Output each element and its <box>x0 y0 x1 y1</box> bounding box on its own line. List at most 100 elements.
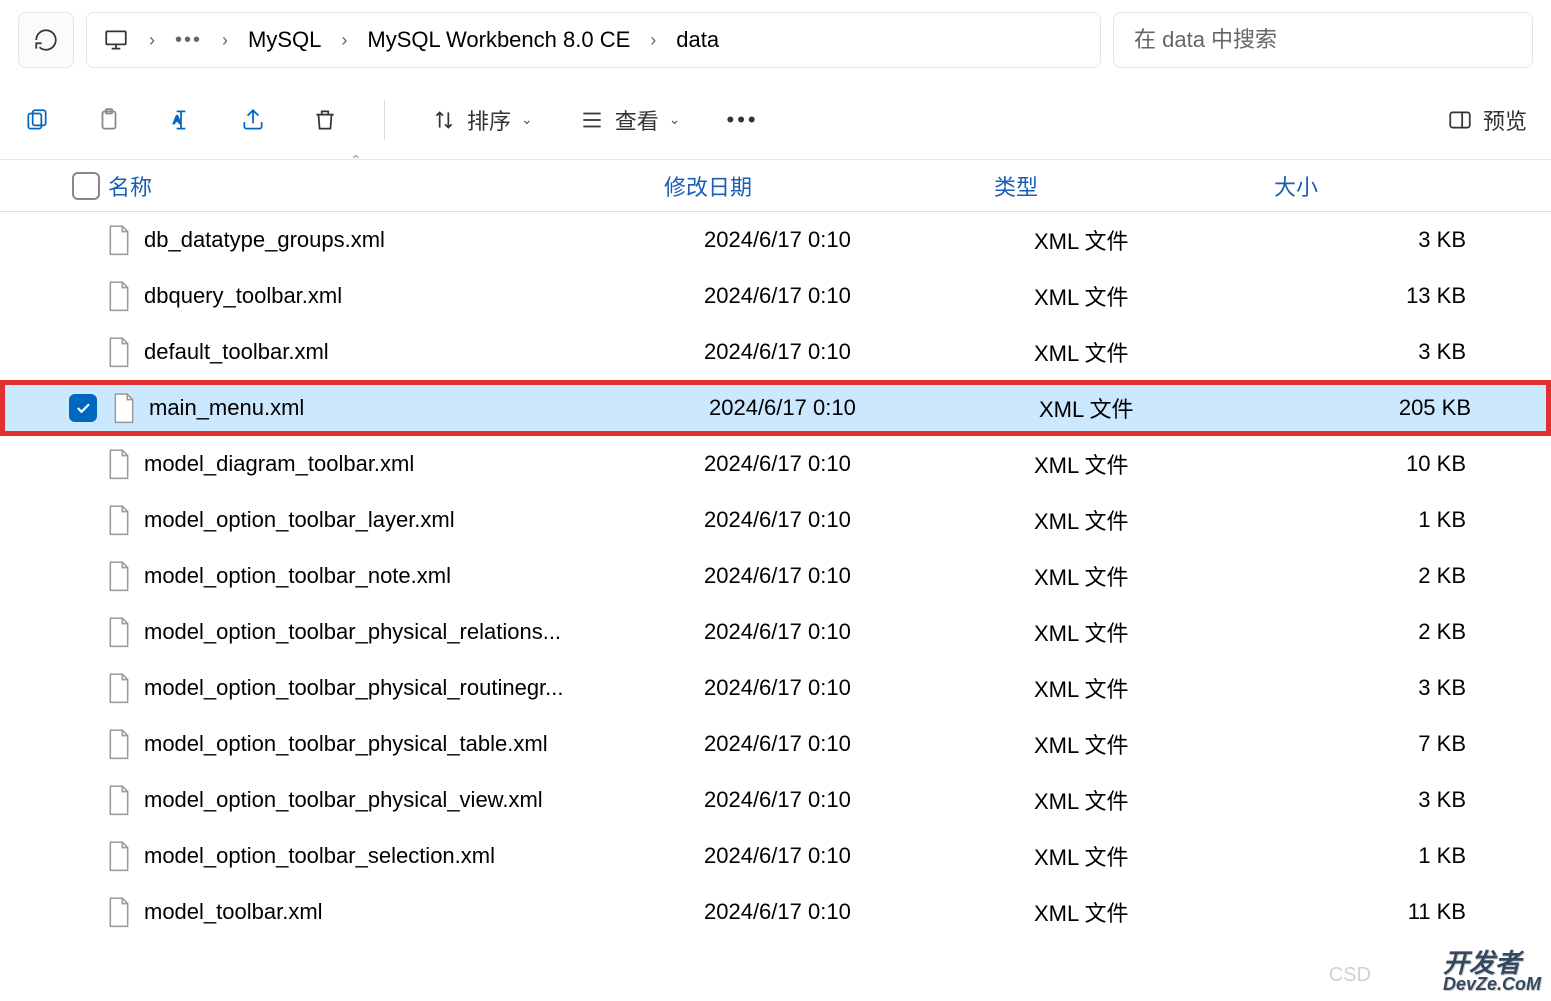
file-type: XML 文件 <box>1034 616 1314 648</box>
file-date: 2024/6/17 0:10 <box>704 283 1034 309</box>
file-row[interactable]: db_datatype_groups.xml 2024/6/17 0:10 XM… <box>0 212 1551 268</box>
file-date: 2024/6/17 0:10 <box>704 731 1034 757</box>
new-button[interactable] <box>24 107 50 133</box>
file-row[interactable]: model_option_toolbar_layer.xml 2024/6/17… <box>0 492 1551 548</box>
sort-button[interactable]: 排序 ⌄ <box>431 104 533 136</box>
search-box[interactable] <box>1113 12 1533 68</box>
file-icon <box>106 448 132 480</box>
sort-icon <box>431 107 457 133</box>
file-name: default_toolbar.xml <box>144 339 704 365</box>
file-date: 2024/6/17 0:10 <box>704 675 1034 701</box>
row-checkbox[interactable] <box>69 394 97 422</box>
file-date: 2024/6/17 0:10 <box>704 339 1034 365</box>
file-size: 3 KB <box>1314 227 1484 253</box>
breadcrumb-item[interactable]: data <box>676 27 719 53</box>
watermark: 开发者 DevZe.CoM <box>1443 943 1541 995</box>
file-name: model_option_toolbar_physical_relations.… <box>144 619 704 645</box>
address-bar: › ••• › MySQL › MySQL Workbench 8.0 CE ›… <box>0 0 1551 80</box>
file-size: 7 KB <box>1314 731 1484 757</box>
file-name: model_option_toolbar_physical_view.xml <box>144 787 704 813</box>
more-button[interactable]: ••• <box>727 107 759 133</box>
breadcrumb-more[interactable]: ••• <box>175 29 202 52</box>
file-name: main_menu.xml <box>149 395 709 421</box>
file-icon <box>111 392 137 424</box>
rename-button[interactable]: A <box>168 107 194 133</box>
refresh-button[interactable] <box>18 12 74 68</box>
file-type: XML 文件 <box>1039 392 1319 424</box>
column-headers: ⌃ 名称 修改日期 类型 大小 <box>0 160 1551 212</box>
file-row[interactable]: model_option_toolbar_physical_routinegr.… <box>0 660 1551 716</box>
view-button[interactable]: 查看 ⌄ <box>579 104 681 136</box>
file-size: 2 KB <box>1314 619 1484 645</box>
column-size[interactable]: 大小 <box>1274 170 1444 202</box>
watermark-csd: CSD <box>1329 964 1371 987</box>
file-size: 3 KB <box>1314 675 1484 701</box>
preview-icon <box>1447 107 1473 133</box>
file-icon <box>106 504 132 536</box>
file-type: XML 文件 <box>1034 784 1314 816</box>
file-size: 3 KB <box>1314 339 1484 365</box>
file-name: dbquery_toolbar.xml <box>144 283 704 309</box>
trash-icon <box>312 107 338 133</box>
preview-label: 预览 <box>1483 104 1527 136</box>
rename-icon: A <box>168 107 194 133</box>
file-size: 2 KB <box>1314 563 1484 589</box>
file-list: db_datatype_groups.xml 2024/6/17 0:10 XM… <box>0 212 1551 940</box>
file-row[interactable]: dbquery_toolbar.xml 2024/6/17 0:10 XML 文… <box>0 268 1551 324</box>
chevron-right-icon: › <box>650 30 656 51</box>
file-row[interactable]: model_option_toolbar_selection.xml 2024/… <box>0 828 1551 884</box>
column-type[interactable]: 类型 <box>994 170 1274 202</box>
select-all-checkbox[interactable] <box>72 172 100 200</box>
share-icon <box>240 107 266 133</box>
toolbar: A 排序 ⌄ 查看 ⌄ ••• 预览 <box>0 80 1551 160</box>
file-size: 1 KB <box>1314 507 1484 533</box>
file-icon <box>106 336 132 368</box>
file-row[interactable]: default_toolbar.xml 2024/6/17 0:10 XML 文… <box>0 324 1551 380</box>
file-date: 2024/6/17 0:10 <box>704 563 1034 589</box>
search-input[interactable] <box>1134 27 1512 53</box>
file-type: XML 文件 <box>1034 280 1314 312</box>
file-type: XML 文件 <box>1034 448 1314 480</box>
breadcrumb-item[interactable]: MySQL Workbench 8.0 CE <box>367 27 630 53</box>
file-icon <box>106 896 132 928</box>
new-icon <box>24 107 50 133</box>
file-icon <box>106 280 132 312</box>
file-date: 2024/6/17 0:10 <box>704 227 1034 253</box>
file-type: XML 文件 <box>1034 224 1314 256</box>
file-name: model_option_toolbar_physical_table.xml <box>144 731 704 757</box>
file-icon <box>106 560 132 592</box>
preview-button[interactable]: 预览 <box>1447 104 1527 136</box>
file-icon <box>106 224 132 256</box>
file-type: XML 文件 <box>1034 672 1314 704</box>
file-row[interactable]: model_option_toolbar_physical_relations.… <box>0 604 1551 660</box>
file-name: model_toolbar.xml <box>144 899 704 925</box>
file-icon <box>106 728 132 760</box>
file-row[interactable]: model_toolbar.xml 2024/6/17 0:10 XML 文件 … <box>0 884 1551 940</box>
file-icon <box>106 784 132 816</box>
file-date: 2024/6/17 0:10 <box>704 787 1034 813</box>
breadcrumb[interactable]: › ••• › MySQL › MySQL Workbench 8.0 CE ›… <box>86 12 1101 68</box>
delete-button[interactable] <box>312 107 338 133</box>
file-row[interactable]: model_option_toolbar_physical_view.xml 2… <box>0 772 1551 828</box>
column-date[interactable]: 修改日期 <box>664 170 994 202</box>
file-row[interactable]: model_diagram_toolbar.xml 2024/6/17 0:10… <box>0 436 1551 492</box>
file-name: model_diagram_toolbar.xml <box>144 451 704 477</box>
more-icon: ••• <box>727 107 759 133</box>
file-row[interactable]: main_menu.xml 2024/6/17 0:10 XML 文件 205 … <box>0 380 1551 436</box>
file-row[interactable]: model_option_toolbar_physical_table.xml … <box>0 716 1551 772</box>
breadcrumb-item[interactable]: MySQL <box>248 27 321 53</box>
file-type: XML 文件 <box>1034 504 1314 536</box>
file-type: XML 文件 <box>1034 728 1314 760</box>
file-name: model_option_toolbar_selection.xml <box>144 843 704 869</box>
file-row[interactable]: model_option_toolbar_note.xml 2024/6/17 … <box>0 548 1551 604</box>
paste-button[interactable] <box>96 107 122 133</box>
file-icon <box>106 672 132 704</box>
chevron-right-icon: › <box>341 30 347 51</box>
share-button[interactable] <box>240 107 266 133</box>
svg-text:A: A <box>173 114 181 126</box>
file-size: 3 KB <box>1314 787 1484 813</box>
file-date: 2024/6/17 0:10 <box>704 843 1034 869</box>
file-icon <box>106 840 132 872</box>
column-name[interactable]: 名称 <box>64 170 664 202</box>
toolbar-divider <box>384 100 385 140</box>
